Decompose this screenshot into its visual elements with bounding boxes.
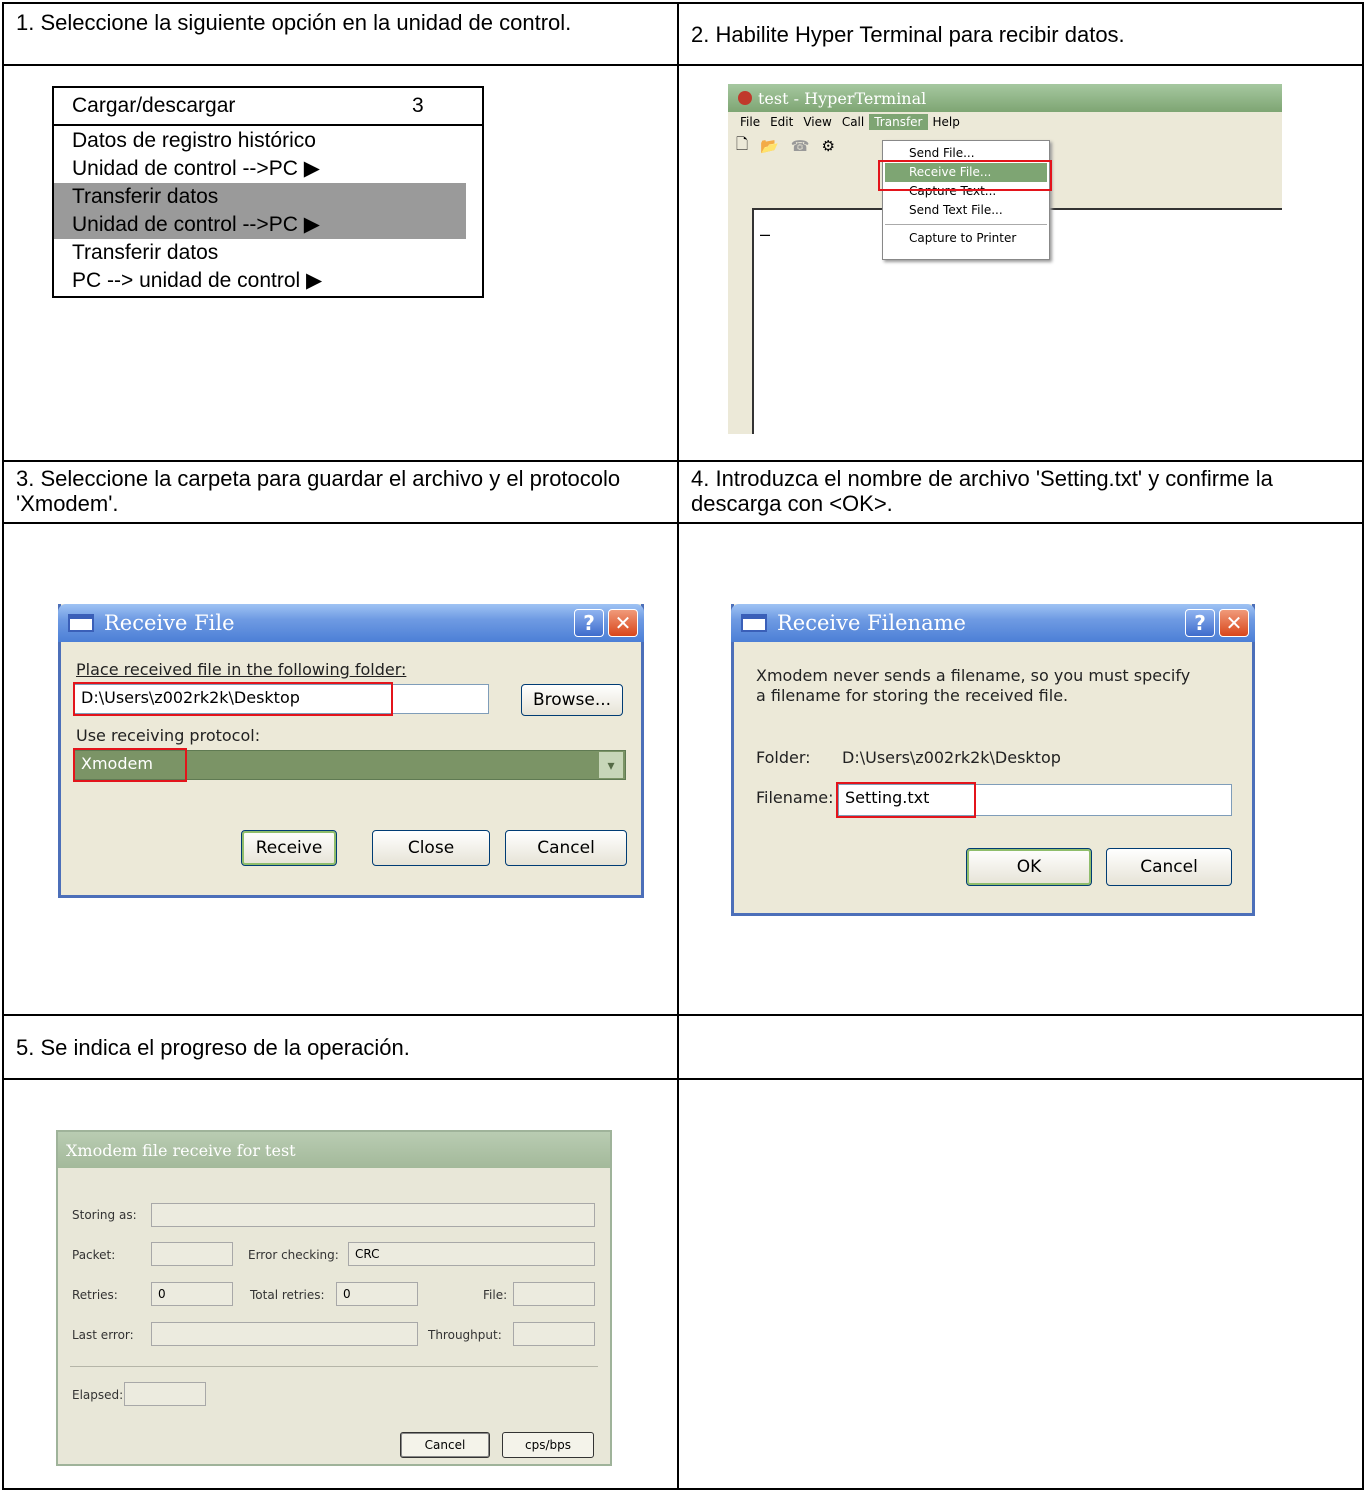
transfer-dropdown: Send File... Receive File... Capture Tex… [882,140,1050,260]
menu-transfer[interactable]: Transfer [869,114,928,130]
receive-file-titlebar: Receive File ? ✕ [58,604,644,642]
message-text: Xmodem never sends a filename, so you mu… [756,666,1191,705]
last-error-label: Last error: [72,1328,134,1342]
step-5-header: 5. Se indica el progreso de la operación… [2,1014,679,1080]
file-field [513,1282,595,1306]
retries-label: Retries: [72,1288,118,1302]
storing-as-label: Storing as: [72,1208,137,1222]
highlight-filename [836,782,976,818]
terminal-cursor: – [760,224,771,244]
menu-line[interactable]: PC --> unidad de control ▶ [54,267,482,295]
menu-title: Cargar/descargar 3 [54,88,482,126]
menu-file[interactable]: File [728,114,765,130]
hyperterminal-menubar: File Edit View Call Transfer Help [728,112,1282,132]
throughput-label: Throughput: [428,1328,502,1342]
menu-line[interactable]: Transferir datos [54,239,482,267]
browse-button[interactable]: Browse... [521,684,623,716]
receive-file-title: Receive File [104,611,235,635]
filename-label: Filename: [756,788,834,807]
hyperterminal-window: test - HyperTerminal File Edit View Call… [728,84,1282,434]
menu-help[interactable]: Help [928,114,965,130]
receive-file-dialog: Receive File ? ✕ Place received file in … [58,604,644,898]
send-text-file-item[interactable]: Send Text File... [883,201,1049,220]
receive-filename-titlebar: Receive Filename ? ✕ [731,604,1255,642]
folder-label: Folder: [756,748,811,767]
step-1-header: 1. Seleccione la siguiente opción en la … [2,2,679,66]
ok-button[interactable]: OK [966,848,1092,886]
receive-filename-title: Receive Filename [777,611,966,635]
cancel-button[interactable]: Cancel [400,1432,490,1458]
protocol-label: Use receiving protocol: [76,726,261,745]
menu-line[interactable]: Unidad de control -->PC ▶ [54,155,482,183]
file-label: File: [483,1288,508,1302]
error-checking-field: CRC [348,1242,595,1266]
cancel-button[interactable]: Cancel [1106,848,1232,886]
total-retries-label: Total retries: [250,1288,325,1302]
dropdown-separator [885,224,1047,225]
retries-field: 0 [151,1282,233,1306]
menu-view[interactable]: View [798,114,836,130]
highlight-folder [73,682,393,716]
capture-to-printer-item[interactable]: Capture to Printer [883,229,1049,248]
elapsed-label: Elapsed: [72,1388,124,1402]
close-x-button[interactable]: ✕ [1219,609,1249,637]
highlight-receive-file [878,160,1052,191]
menu-edit[interactable]: Edit [765,114,798,130]
last-error-field [151,1322,418,1346]
folder-value: D:\Users\z002rk2k\Desktop [842,748,1061,767]
packet-field [151,1242,233,1266]
receive-filename-dialog: Receive Filename ? ✕ Xmodem never sends … [731,604,1255,916]
window-icon [68,614,94,632]
highlight-protocol [73,748,187,782]
window-icon [741,614,767,632]
xmodem-progress-dialog: Xmodem file receive for test Storing as:… [56,1130,612,1466]
disconnect-icon[interactable]: ⚙ [821,137,834,155]
folder-label: Place received file in the following fol… [76,660,407,679]
help-button[interactable]: ? [574,609,604,637]
receive-button[interactable]: Receive [241,830,337,866]
help-button[interactable]: ? [1185,609,1215,637]
menu-line[interactable]: Datos de registro histórico [54,127,482,155]
packet-label: Packet: [72,1248,116,1262]
cancel-button[interactable]: Cancel [505,830,627,866]
storing-as-field [151,1203,595,1227]
menu-number: 3 [412,94,424,117]
cps-bps-button[interactable]: cps/bps [502,1432,594,1458]
control-unit-menu: Cargar/descargar 3 Datos de registro his… [52,86,484,298]
phone-icon[interactable]: ☎ [791,137,810,155]
menu-call[interactable]: Call [837,114,869,130]
empty-header [677,1014,1364,1080]
close-button[interactable]: Close [372,830,490,866]
separator [70,1366,598,1367]
new-icon[interactable]: 🗋 [736,134,748,159]
progress-titlebar: Xmodem file receive for test [58,1132,610,1168]
menu-line-selected[interactable]: Unidad de control -->PC ▶ [54,211,466,239]
hyperterminal-title: test - HyperTerminal [758,88,927,108]
hyperterminal-titlebar: test - HyperTerminal [728,84,1282,112]
step-3-header: 3. Seleccione la carpeta para guardar el… [2,460,679,524]
open-icon[interactable]: 📂 [760,137,779,155]
dropdown-arrow-icon[interactable]: ▾ [599,752,623,778]
hyperterminal-app-icon [738,91,752,105]
empty-content [677,1078,1364,1490]
throughput-field [513,1322,595,1346]
error-checking-label: Error checking: [248,1248,339,1262]
menu-title-text: Cargar/descargar [72,94,236,117]
menu-line-selected[interactable]: Transferir datos [54,183,466,211]
close-x-button[interactable]: ✕ [608,609,638,637]
step-2-header: 2. Habilite Hyper Terminal para recibir … [677,2,1364,66]
total-retries-field: 0 [336,1282,418,1306]
step-4-header: 4. Introduzca el nombre de archivo 'Sett… [677,460,1364,524]
elapsed-field [124,1382,206,1406]
